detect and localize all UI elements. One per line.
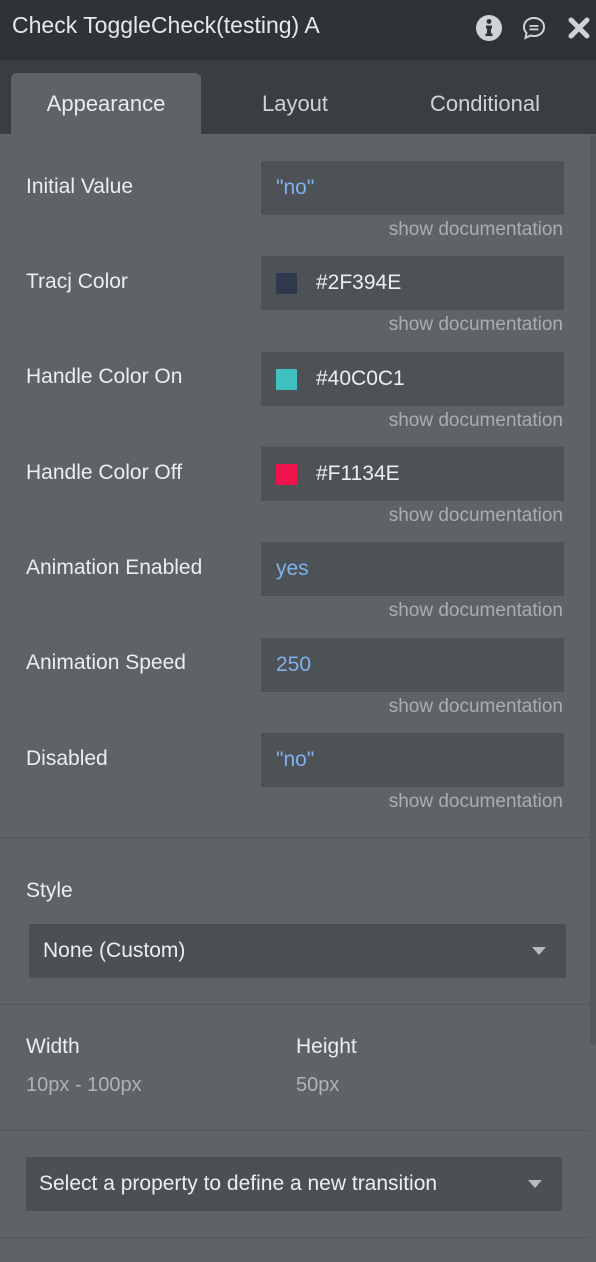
section-divider [0,837,590,838]
tab-layout[interactable]: Layout [200,73,390,134]
show-documentation-link[interactable]: show documentation [389,314,563,336]
animation-enabled-field[interactable]: yes [261,542,564,596]
color-swatch[interactable] [276,272,297,294]
property-label-animation-enabled: Animation Enabled [26,556,203,579]
section-divider [0,1004,590,1005]
animation-speed-value: 250 [276,653,312,676]
animation-speed-field[interactable]: 250 [261,638,564,692]
disabled-value: "no" [276,748,315,771]
style-dropdown[interactable]: None (Custom) [29,924,566,978]
transition-property-dropdown[interactable]: Select a property to define a new transi… [26,1157,562,1211]
color-swatch[interactable] [276,368,297,390]
chat-icon[interactable] [520,14,548,42]
property-label-handle-color-off: Handle Color Off [26,461,183,484]
initial-value-field[interactable]: "no" [261,161,564,215]
transition-placeholder: Select a property to define a new transi… [39,1172,438,1195]
show-documentation-link[interactable]: show documentation [389,219,563,241]
style-selected-value: None (Custom) [43,939,186,962]
width-value: 10px - 100px [26,1074,142,1096]
chevron-down-icon [528,1180,542,1188]
property-label-disabled: Disabled [26,747,108,770]
handle-color-on-value: #40C0C1 [316,367,405,390]
property-label-track-color: Tracj Color [26,270,128,293]
height-value: 50px [296,1074,340,1096]
title-bar: Check ToggleCheck(testing) A [0,0,596,60]
handle-color-on-field[interactable]: #40C0C1 [261,352,564,406]
tab-conditional[interactable]: Conditional [390,73,580,134]
handle-color-off-field[interactable]: #F1134E [261,447,564,501]
property-label-initial-value: Initial Value [26,175,134,198]
show-documentation-link[interactable]: show documentation [389,410,563,432]
initial-value-text: "no" [276,176,315,199]
panel-title: Check ToggleCheck(testing) A [12,12,320,38]
scrollbar[interactable] [590,134,596,1045]
tab-bar: Appearance Layout Conditional [0,60,596,134]
property-label-animation-speed: Animation Speed [26,651,186,674]
color-swatch[interactable] [276,463,297,485]
track-color-field[interactable]: #2F394E [261,256,564,310]
animation-enabled-value: yes [276,557,309,580]
tab-appearance[interactable]: Appearance [11,73,201,134]
info-icon[interactable] [475,14,503,42]
width-label: Width [26,1035,80,1058]
property-label-handle-color-on: Handle Color On [26,365,183,388]
show-documentation-link[interactable]: show documentation [389,600,563,622]
style-label: Style [26,879,73,902]
section-divider [0,1130,590,1131]
track-color-value: #2F394E [316,271,402,294]
close-icon[interactable] [565,14,593,42]
show-documentation-link[interactable]: show documentation [389,791,563,813]
show-documentation-link[interactable]: show documentation [389,505,563,527]
show-documentation-link[interactable]: show documentation [389,696,563,718]
height-label: Height [296,1035,357,1058]
section-divider [0,1237,590,1238]
disabled-field[interactable]: "no" [261,733,564,787]
handle-color-off-value: #F1134E [316,462,400,485]
chevron-down-icon [532,947,546,955]
property-editor-panel: Check ToggleCheck(testing) A Appearance … [0,0,596,1262]
